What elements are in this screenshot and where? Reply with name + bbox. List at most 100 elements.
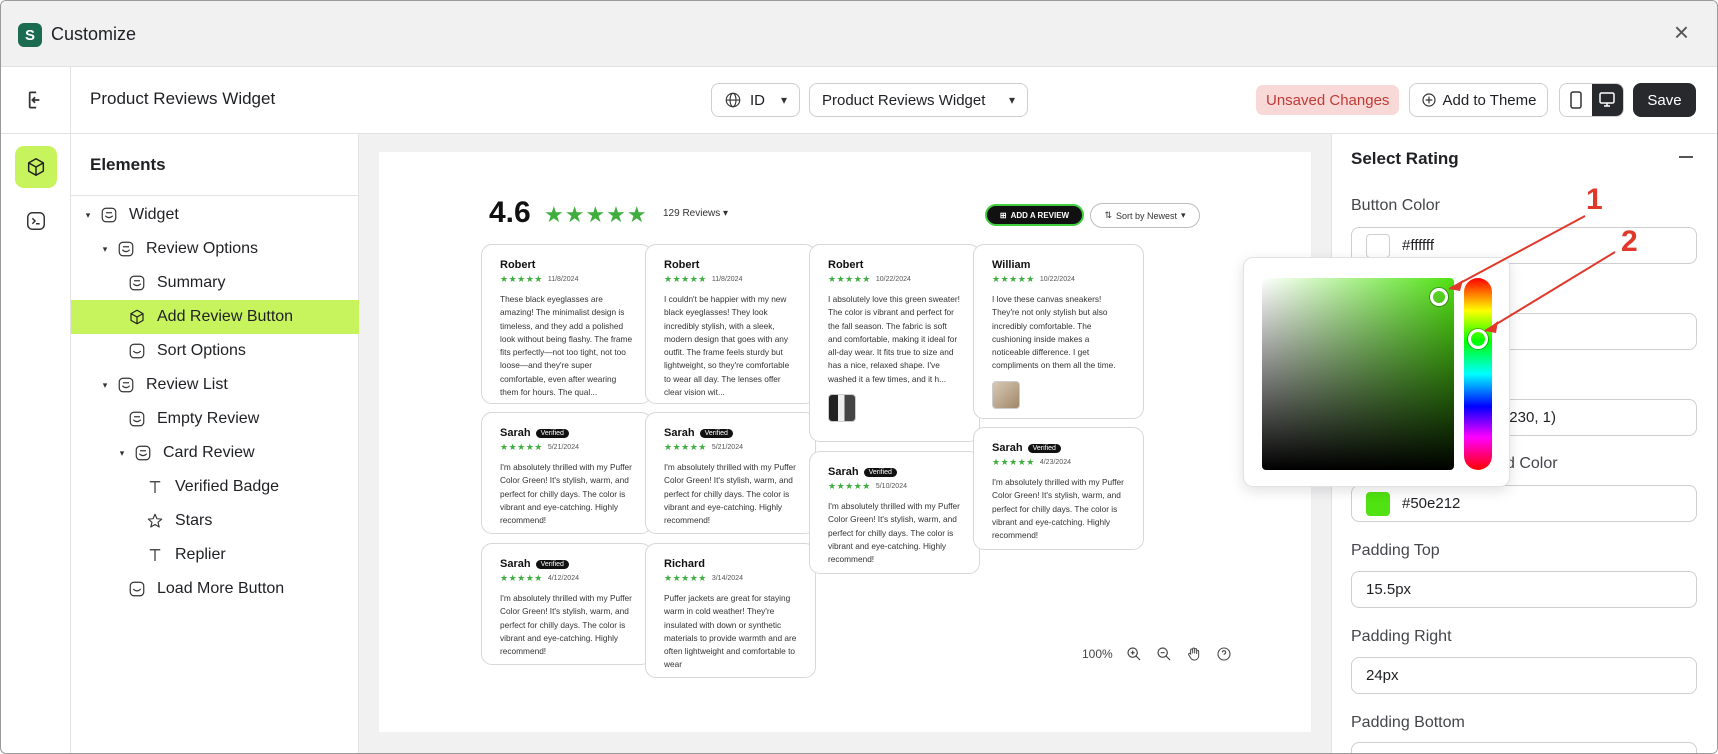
- padding-bottom-input[interactable]: [1351, 742, 1697, 753]
- tree-item-verified-badge[interactable]: Verified Badge: [71, 470, 359, 504]
- canvas-area: 4.6 ★★★★★ 129 Reviews ▾ ⊞ ADD A REVIEW ⇅…: [359, 134, 1331, 753]
- bg-color-field[interactable]: #50e212: [1351, 485, 1697, 522]
- tree-item-replier[interactable]: Replier: [71, 538, 359, 572]
- hand-icon[interactable]: [1185, 645, 1203, 663]
- toolbar: Product Reviews Widget ID ▾ Product Revi…: [1, 67, 1717, 134]
- add-review-label: ADD A REVIEW: [1010, 210, 1070, 220]
- verified-badge: Verified: [699, 428, 733, 438]
- reviewer-name: Robert: [500, 259, 536, 271]
- annotation-2: 2: [1621, 225, 1638, 258]
- tree-item-sort-options[interactable]: Sort Options: [71, 334, 359, 368]
- caret-down-icon[interactable]: ▾: [100, 244, 110, 255]
- rating-score: 4.6: [489, 196, 531, 229]
- globe-icon: [725, 92, 741, 108]
- section-title: Select Rating: [1351, 149, 1459, 168]
- device-toggle: [1559, 83, 1624, 117]
- star-icon: [145, 511, 165, 531]
- dropdown-icon: [127, 341, 147, 361]
- desktop-view-button[interactable]: [1591, 84, 1623, 116]
- review-date: 11/8/2024: [547, 276, 579, 283]
- widget-select-value: Product Reviews Widget: [822, 91, 986, 109]
- title-bar: S Customize ×: [1, 1, 1717, 67]
- saturation-handle[interactable]: [1430, 288, 1448, 306]
- chevron-down-icon: ▾: [780, 93, 787, 107]
- review-date: 10/22/2024: [875, 276, 911, 283]
- tree-item-label: Stars: [175, 512, 213, 529]
- saturation-area[interactable]: [1262, 278, 1454, 470]
- bg-color-value: #50e212: [1402, 495, 1461, 512]
- widget-select[interactable]: Product Reviews Widget ▾: [809, 83, 1028, 117]
- button-color-value: #ffffff: [1402, 237, 1434, 254]
- reviewer-name: Robert: [828, 259, 864, 271]
- exit-icon[interactable]: [21, 87, 47, 113]
- tree-item-card-review[interactable]: ▾ Card Review: [71, 436, 359, 470]
- tree-item-label: Sort Options: [157, 342, 246, 359]
- padding-right-input[interactable]: 24px: [1351, 657, 1697, 694]
- reviewer-name: Robert: [664, 259, 700, 271]
- widget-preview: 4.6 ★★★★★ 129 Reviews ▾ ⊞ ADD A REVIEW ⇅…: [379, 152, 1311, 732]
- text-icon: [145, 545, 165, 565]
- review-stars: ★★★★★: [500, 274, 543, 284]
- review-stars: ★★★★★: [828, 274, 871, 284]
- zoom-out-icon[interactable]: [1155, 645, 1173, 663]
- component-icon: [133, 443, 153, 463]
- verified-badge: Verified: [535, 428, 569, 438]
- review-card: Sarah Verified ★★★★★ 4/12/2024 I'm absolut…: [481, 543, 652, 665]
- tree-item-empty-review[interactable]: Empty Review: [71, 402, 359, 436]
- review-photo[interactable]: [992, 380, 1020, 409]
- caret-down-icon[interactable]: ▾: [117, 448, 127, 459]
- color-picker-popover: [1243, 257, 1510, 487]
- padding-top-label: Padding Top: [1351, 542, 1440, 559]
- review-date: 4/23/2024: [1039, 459, 1071, 466]
- reviewer-name: Sarah: [664, 427, 695, 439]
- add-review-button[interactable]: ⊞ ADD A REVIEW: [985, 204, 1084, 226]
- review-photo[interactable]: [828, 394, 856, 423]
- review-stars: ★★★★★: [664, 274, 707, 284]
- review-count[interactable]: 129 Reviews ▾: [663, 208, 728, 219]
- language-select[interactable]: ID ▾: [711, 83, 800, 117]
- verified-badge: Verified: [535, 559, 569, 569]
- zoom-in-icon[interactable]: [1125, 645, 1143, 663]
- code-rail-button[interactable]: [15, 200, 57, 242]
- color-swatch[interactable]: [1366, 233, 1390, 258]
- sort-button[interactable]: ⇅ Sort by Newest ▾: [1090, 203, 1200, 228]
- add-icon: ⊞: [999, 210, 1007, 220]
- padding-top-input[interactable]: 15.5px: [1351, 571, 1697, 608]
- unsaved-changes-badge: Unsaved Changes: [1256, 85, 1400, 115]
- chevron-down-icon: ▾: [1008, 93, 1015, 107]
- customize-window: S Customize × Product Reviews Widget ID …: [0, 0, 1718, 754]
- reviewer-name: Richard: [664, 558, 705, 570]
- tree-item-load-more-button[interactable]: Load More Button: [71, 572, 359, 606]
- color-swatch[interactable]: [1366, 491, 1390, 516]
- zoom-level: 100%: [1082, 647, 1113, 661]
- caret-down-icon[interactable]: ▾: [83, 210, 93, 221]
- tree-item-review-list[interactable]: ▾ Review List: [71, 368, 359, 402]
- cube-icon: [27, 158, 45, 176]
- tree-item-stars[interactable]: Stars: [71, 504, 359, 538]
- tree-item-widget[interactable]: ▾ Widget: [71, 198, 359, 232]
- tree-item-label: Widget: [129, 206, 179, 223]
- tree-item-summary[interactable]: Summary: [71, 266, 359, 300]
- close-icon[interactable]: ×: [1674, 19, 1689, 45]
- annotation-1: 1: [1586, 183, 1603, 216]
- collapse-icon[interactable]: [1679, 156, 1693, 158]
- help-icon[interactable]: [1215, 645, 1233, 663]
- page-name: Product Reviews Widget: [90, 89, 276, 108]
- hue-slider[interactable]: [1464, 278, 1492, 470]
- tree-item-review-options[interactable]: ▾ Review Options: [71, 232, 359, 266]
- zoom-controls: 100%: [1076, 638, 1246, 670]
- window-title: Customize: [51, 24, 137, 44]
- add-to-theme-button[interactable]: Add to Theme: [1409, 83, 1548, 117]
- review-card: Robert ★★★★★ 11/8/2024 These black eyegla…: [481, 244, 652, 404]
- mobile-view-button[interactable]: [1560, 84, 1592, 116]
- terminal-icon: [27, 212, 45, 230]
- review-stars: ★★★★★: [664, 442, 707, 452]
- tree-item-label: Replier: [175, 546, 226, 563]
- save-button[interactable]: Save: [1633, 83, 1696, 117]
- hue-handle[interactable]: [1468, 329, 1488, 349]
- caret-down-icon[interactable]: ▾: [100, 380, 110, 391]
- language-value: ID: [750, 91, 765, 109]
- component-icon: [116, 239, 136, 259]
- tree-item-add-review-button[interactable]: Add Review Button: [71, 300, 359, 334]
- elements-rail-button[interactable]: [15, 146, 57, 188]
